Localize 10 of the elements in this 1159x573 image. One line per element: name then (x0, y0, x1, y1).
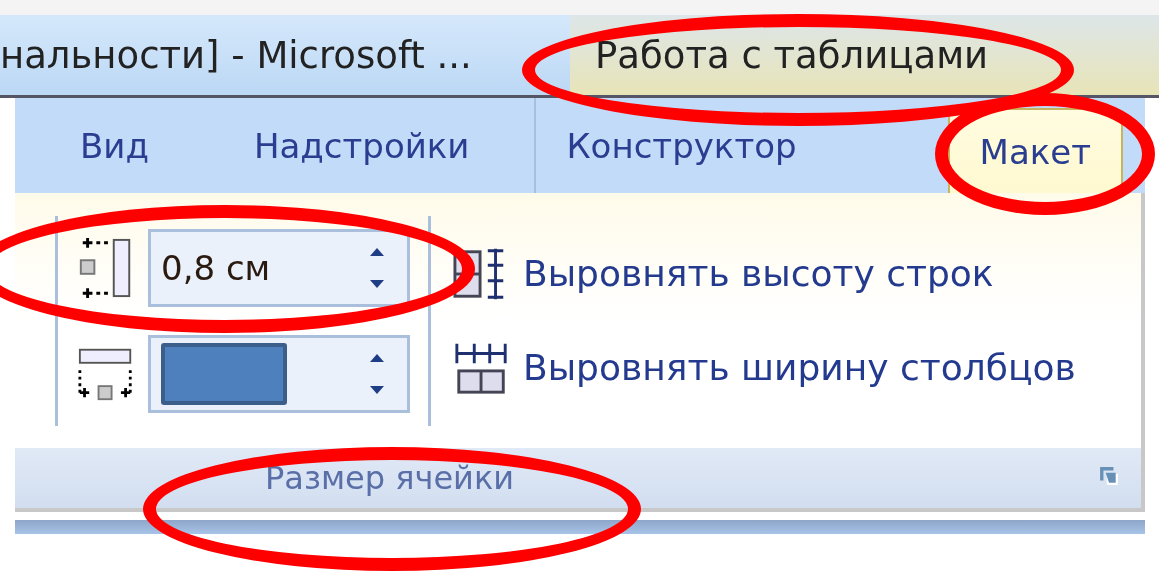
window-title: нальности] - Microsoft ... (0, 33, 473, 77)
ribbon-tab[interactable]: Конструктор (566, 98, 832, 193)
ribbon-tab[interactable]: Надстройки (253, 98, 505, 193)
dialog-launcher-icon[interactable] (1099, 466, 1119, 486)
height-spin-field[interactable]: 0,8 см (148, 228, 410, 307)
width-spin-field[interactable] (148, 334, 410, 413)
group-label: Размер ячейки (265, 459, 514, 497)
ribbon-command[interactable]: Выровнять высоту строк (453, 246, 1076, 301)
ribbon-command[interactable]: Выровнять ширину столбцов (453, 340, 1076, 395)
ribbon-tab[interactable]: Вид (80, 98, 184, 193)
